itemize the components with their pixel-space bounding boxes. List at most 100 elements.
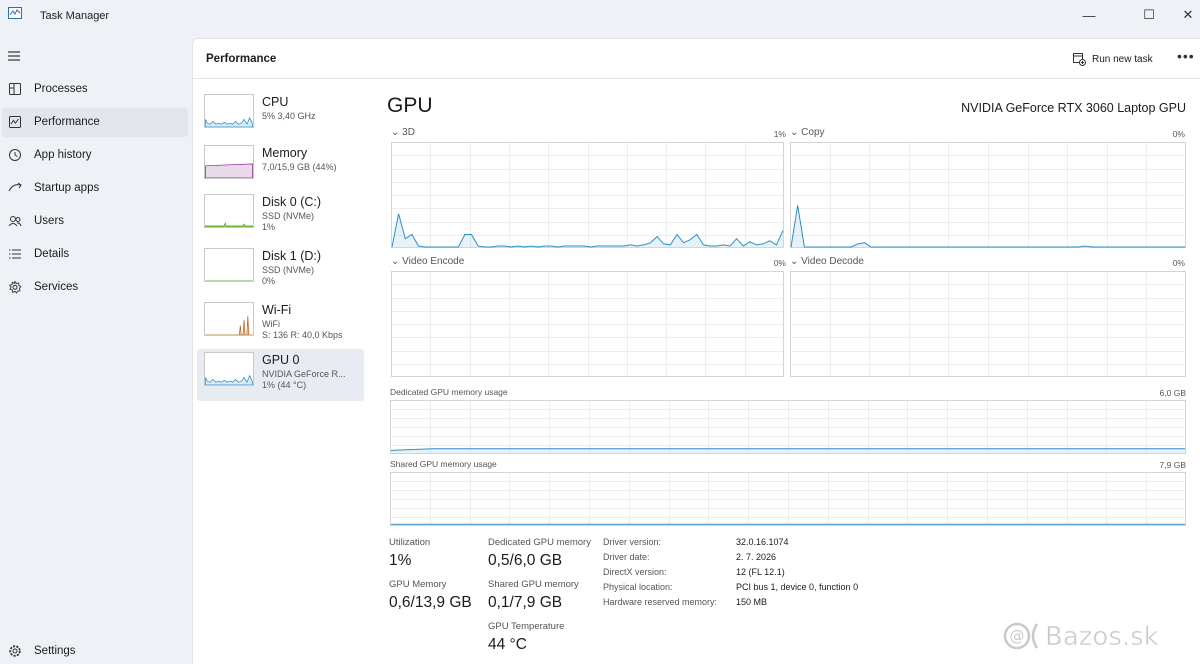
graph-shared-memory [390, 472, 1186, 526]
title-bar: Task Manager — ☐ ✕ [0, 0, 1200, 34]
device-item-disk-0-c[interactable]: Disk 0 (C:) SSD (NVMe) 1% [197, 191, 364, 243]
device-thumbnail [204, 94, 254, 128]
shared-memory-value: 0,1/7,9 GB [488, 594, 563, 611]
nav-label: Details [34, 248, 70, 260]
gpu-temperature-label: GPU Temperature [488, 621, 565, 632]
watermark-text: Bazos.sk [1045, 622, 1159, 652]
nav-label: Services [34, 281, 79, 293]
graph-percent-video-encode: 0% [773, 258, 786, 268]
nav-item-performance[interactable]: Performance [2, 108, 188, 137]
device-detail: 7,0/15,9 GB (44%) [262, 162, 337, 172]
graph-percent-video-decode: 0% [1172, 258, 1185, 268]
directx-version-label: DirectX version: [603, 567, 667, 577]
utilization-value: 1% [389, 552, 412, 569]
run-task-icon [1073, 52, 1086, 66]
device-item-disk-1-d[interactable]: Disk 1 (D:) SSD (NVMe) 0% [197, 245, 364, 297]
nav-label: App history [34, 149, 92, 161]
driver-version-value: 32.0.16.1074 [736, 537, 789, 547]
graph-video-encode [391, 271, 784, 377]
reserved-memory-value: 150 MB [736, 597, 768, 607]
device-detail: SSD (NVMe) [262, 211, 315, 221]
device-item-gpu-0[interactable]: GPU 0 NVIDIA GeForce R... 1% (44 °C) [197, 349, 364, 401]
nav-label: Startup apps [34, 182, 100, 194]
gear-icon [9, 645, 21, 657]
device-name: Wi-Fi [262, 303, 292, 317]
page-header: Performance Run new task ••• [193, 39, 1200, 79]
device-detail: 0% [262, 276, 276, 286]
startup-apps-icon [8, 182, 22, 192]
task-manager-window: Task Manager — ☐ ✕ Processes Performance… [0, 0, 1200, 664]
device-model: NVIDIA GeForce RTX 3060 Laptop GPU [961, 101, 1186, 115]
device-thumbnail [204, 145, 254, 179]
shared-usage-label: Shared GPU memory usage [390, 459, 497, 469]
graph-video-decode [790, 271, 1186, 377]
chevron-down-icon[interactable]: ⌄ [391, 127, 399, 138]
performance-icon [9, 116, 21, 128]
device-thumbnail [204, 302, 254, 336]
close-button[interactable]: ✕ [1166, 0, 1200, 30]
device-sparkline [205, 374, 253, 385]
device-detail: S: 136 R: 40,0 Kbps [262, 330, 343, 340]
device-title: GPU [387, 94, 433, 117]
gpu-memory-value: 0,6/13,9 GB [389, 594, 472, 611]
utilization-label: Utilization [389, 537, 431, 548]
run-new-task-label: Run new task [1092, 53, 1153, 65]
nav-label: Performance [34, 116, 100, 128]
window-title: Task Manager [40, 10, 110, 22]
gpu-memory-label: GPU Memory [389, 579, 447, 590]
nav-item-users[interactable]: Users [2, 207, 188, 236]
driver-date-label: Driver date: [603, 552, 650, 562]
device-detail: SSD (NVMe) [262, 265, 315, 275]
series-area [391, 448, 1185, 453]
gpu-temperature-value: 44 °C [488, 636, 527, 653]
graph-percent-3d: 1% [773, 129, 786, 139]
device-detail: 1% [262, 222, 276, 232]
graph-label-3d: ⌄ 3D [391, 127, 415, 138]
bazos-watermark-logo: @ Bazos.sk [1003, 622, 1159, 652]
processes-icon [9, 83, 21, 95]
shared-memory-label: Shared GPU memory [488, 579, 579, 590]
nav-item-details[interactable]: Details [2, 240, 188, 269]
hamburger-menu-icon[interactable] [7, 50, 21, 62]
dedicated-memory-label: Dedicated GPU memory [488, 537, 591, 548]
device-sparkline [205, 316, 253, 335]
nav-item-services[interactable]: Services [2, 273, 188, 302]
device-item-wi-fi[interactable]: Wi-Fi WiFi S: 136 R: 40,0 Kbps [197, 299, 364, 351]
run-new-task-button[interactable]: Run new task [1073, 50, 1153, 68]
task-manager-app-icon [8, 7, 22, 19]
graph-percent-copy: 0% [1172, 129, 1185, 139]
graph-label-copy: ⌄ Copy [790, 127, 825, 138]
device-name: CPU [262, 95, 289, 109]
reserved-memory-label: Hardware reserved memory: [603, 597, 718, 607]
device-thumbnail [204, 194, 254, 228]
services-icon [8, 280, 22, 294]
nav-item-startup-apps[interactable]: Startup apps [2, 174, 188, 203]
graph-3d [391, 142, 784, 248]
minimize-button[interactable]: — [1067, 0, 1111, 30]
graph-label-video-decode: ⌄ Video Decode [790, 256, 864, 267]
main-panel: Performance Run new task ••• CPU 5% 3,40 … [192, 38, 1200, 664]
device-sparkline [205, 222, 253, 227]
nav-item-settings[interactable]: Settings [2, 637, 188, 664]
nav-label: Users [34, 215, 65, 227]
device-item-cpu[interactable]: CPU 5% 3,40 GHz [197, 91, 364, 143]
device-detail: 1% (44 °C) [262, 380, 307, 390]
device-item-memory[interactable]: Memory 7,0/15,9 GB (44%) [197, 142, 364, 194]
maximize-button[interactable]: ☐ [1127, 0, 1171, 30]
device-thumbnail [204, 248, 254, 282]
device-name: Disk 1 (D:) [262, 249, 322, 263]
nav-item-app-history[interactable]: App history [2, 141, 188, 170]
more-options-icon[interactable]: ••• [1177, 48, 1195, 64]
nav-label: Processes [34, 83, 88, 95]
chevron-down-icon[interactable]: ⌄ [790, 127, 798, 138]
physical-location-value: PCI bus 1, device 0, function 0 [736, 582, 859, 592]
app-history-icon [9, 149, 21, 161]
graph-dedicated-memory [390, 400, 1186, 454]
device-name: GPU 0 [262, 353, 300, 367]
nav-item-processes[interactable]: Processes [2, 75, 188, 104]
chevron-down-icon[interactable]: ⌄ [790, 256, 798, 267]
chevron-down-icon[interactable]: ⌄ [391, 256, 399, 267]
graph-copy [790, 142, 1186, 248]
dedicated-usage-max: 6,0 GB [1159, 388, 1186, 398]
directx-version-value: 12 (FL 12.1) [736, 567, 785, 577]
